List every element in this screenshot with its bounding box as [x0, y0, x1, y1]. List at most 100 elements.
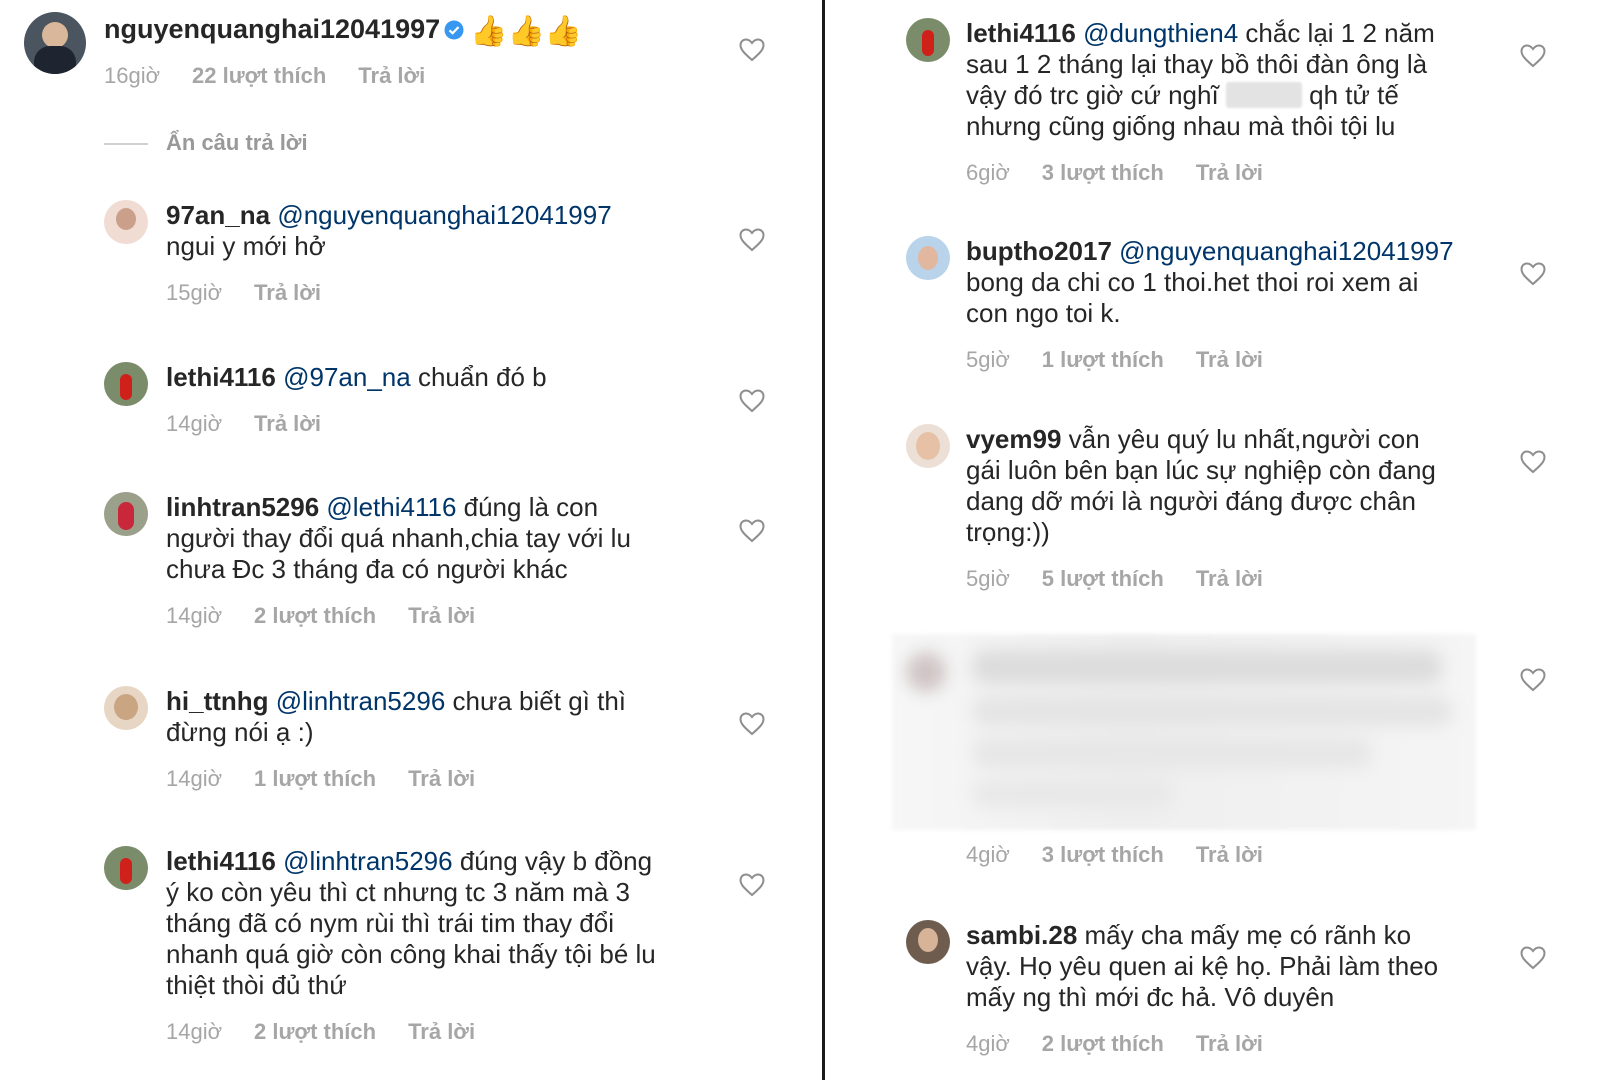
avatar[interactable] — [104, 492, 148, 536]
like-heart-icon[interactable] — [1520, 668, 1546, 692]
like-heart-icon[interactable] — [739, 38, 765, 62]
like-heart-icon[interactable] — [739, 873, 765, 897]
like-count[interactable]: 5 lượt thích — [1042, 566, 1164, 591]
comment-text: nhanh quá giờ còn công khai thấy tội bé … — [166, 939, 656, 969]
like-heart-icon[interactable] — [1520, 262, 1546, 286]
avatar[interactable] — [906, 920, 950, 964]
reply-button[interactable]: Trả lời — [254, 411, 321, 436]
like-heart-icon[interactable] — [739, 389, 765, 413]
comment-text: trọng:)) — [966, 517, 1050, 547]
username[interactable]: hi_ttnhg — [166, 686, 269, 716]
mention-link[interactable]: @97an_na — [283, 362, 411, 392]
comment-time: 5giờ — [966, 566, 1010, 591]
comment-text: đúng vậy b đồng — [452, 846, 653, 876]
comment-text: qh tử tế — [1301, 80, 1399, 110]
reply-comment: 4giờ 3 lượt thích Trả lời — [966, 842, 1295, 868]
comment-text: mấy cha mấy mẹ có rãnh ko — [1077, 920, 1412, 950]
avatar[interactable] — [104, 200, 148, 244]
like-count[interactable]: 3 lượt thích — [1042, 160, 1164, 185]
username[interactable]: linhtran5296 — [166, 492, 319, 522]
verified-badge-icon — [444, 14, 464, 40]
reply-button[interactable]: Trả lời — [408, 603, 475, 628]
username[interactable]: lethi4116 — [166, 362, 276, 392]
comment-text: dang dỡ mới là người đáng được chân — [966, 486, 1416, 516]
avatar[interactable] — [906, 424, 950, 468]
reply-button[interactable]: Trả lời — [254, 280, 321, 305]
like-count[interactable]: 2 lượt thích — [254, 1019, 376, 1044]
mention-link[interactable]: @dungthien4 — [1083, 18, 1238, 48]
avatar[interactable] — [104, 686, 148, 730]
comment-text: vậy. Họ yêu quen ai kệ họ. Phải làm theo — [966, 951, 1439, 981]
like-count[interactable]: 2 lượt thích — [1042, 1031, 1164, 1056]
username[interactable]: lethi4116 — [166, 846, 276, 876]
username[interactable]: buptho2017 — [966, 236, 1112, 266]
comment-text: vậy đó trc giờ cứ nghĩ — [966, 80, 1226, 110]
blurred-comment — [892, 634, 1476, 830]
reply-button[interactable]: Trả lời — [408, 1019, 475, 1044]
username[interactable]: 97an_na — [166, 200, 270, 230]
comment-text: ngui y mới hở — [166, 231, 326, 261]
comment-time: 16giờ — [104, 63, 161, 88]
like-heart-icon[interactable] — [739, 712, 765, 736]
mention-link[interactable]: @nguyenquanghai12041997 — [277, 200, 611, 230]
avatar[interactable] — [24, 12, 86, 74]
comment-text: mấy ng thì mới đc hả. Vô duyên — [966, 982, 1335, 1012]
comment-text: đừng nói ạ :) — [166, 717, 314, 747]
hide-replies-link[interactable]: Ẩn câu trả lời — [104, 130, 308, 156]
mention-link[interactable]: @linhtran5296 — [276, 686, 446, 716]
main-comment: nguyenquanghai12041997 👍👍👍 16giờ 22 lượt t… — [24, 12, 804, 102]
comment-time: 14giờ — [166, 766, 223, 791]
mention-link[interactable]: @lethi4116 — [326, 492, 456, 522]
comment-text: đúng là con — [456, 492, 599, 522]
like-heart-icon[interactable] — [1520, 946, 1546, 970]
comment-time: 14giờ — [166, 1019, 223, 1044]
reply-button[interactable]: Trả lời — [1196, 566, 1263, 591]
comment-text: thiệt thòi đủ thứ — [166, 970, 347, 1000]
comment-time: 6giờ — [966, 160, 1010, 185]
comment-text: chưa Đc 3 tháng đa có người khác — [166, 554, 568, 584]
like-count[interactable]: 22 lượt thích — [192, 63, 326, 88]
left-comment-panel: nguyenquanghai12041997 👍👍👍 16giờ 22 lượt t… — [0, 0, 822, 1080]
reply-button[interactable]: Trả lời — [1196, 1031, 1263, 1056]
avatar[interactable] — [906, 18, 950, 62]
comment-text: sau 1 2 tháng lại thay bồ thôi đàn ông l… — [966, 49, 1428, 79]
reply-button[interactable]: Trả lời — [358, 63, 425, 88]
redacted-word — [1225, 82, 1302, 108]
comment-text: tháng đã có nym rùi thì trái tim thay đổ… — [166, 908, 614, 938]
username[interactable]: lethi4116 — [966, 18, 1076, 48]
comment-text: con ngo toi k. — [966, 298, 1121, 328]
username[interactable]: sambi.28 — [966, 920, 1077, 950]
comment-time: 15giờ — [166, 280, 223, 305]
comment-time: 14giờ — [166, 411, 223, 436]
like-heart-icon[interactable] — [1520, 44, 1546, 68]
mention-link[interactable]: @linhtran5296 — [283, 846, 453, 876]
reply-button[interactable]: Trả lời — [1196, 842, 1263, 867]
avatar[interactable] — [906, 236, 950, 280]
comment-time: 4giờ — [966, 842, 1010, 867]
avatar[interactable] — [104, 846, 148, 890]
comment-text: nhưng cũng giống nhau mà thôi tội lu — [966, 111, 1396, 141]
reply-button[interactable]: Trả lời — [1196, 347, 1263, 372]
like-heart-icon[interactable] — [1520, 450, 1546, 474]
comment-text: người thay đổi quá nhanh,chia tay với lu — [166, 523, 631, 553]
reply-button[interactable]: Trả lời — [408, 766, 475, 791]
comment-text: bong da chi co 1 thoi.het thoi roi xem a… — [966, 267, 1419, 297]
comment-text: ý ko còn yêu thì ct nhưng tc 3 năm mà 3 — [166, 877, 630, 907]
like-count[interactable]: 3 lượt thích — [1042, 842, 1164, 867]
like-heart-icon[interactable] — [739, 228, 765, 252]
like-count[interactable]: 1 lượt thích — [1042, 347, 1164, 372]
comment-text: gái luôn bên bạn lúc sự nghiệp còn đang — [966, 455, 1436, 485]
mention-link[interactable]: @nguyenquanghai12041997 — [1119, 236, 1453, 266]
username[interactable]: nguyenquanghai12041997 — [104, 14, 440, 44]
comment-text: chuẩn đó b — [410, 362, 547, 392]
like-heart-icon[interactable] — [739, 519, 765, 543]
reply-button[interactable]: Trả lời — [1196, 160, 1263, 185]
like-count[interactable]: 2 lượt thích — [254, 603, 376, 628]
like-count[interactable]: 1 lượt thích — [254, 766, 376, 791]
username[interactable]: vyem99 — [966, 424, 1061, 454]
comment-text: chắc lại 1 2 năm — [1238, 18, 1435, 48]
panel-divider — [822, 0, 825, 1080]
comment-text: vẫn yêu quý lu nhất,người con — [1061, 424, 1420, 454]
comment-text: chưa biết gì thì — [445, 686, 627, 716]
avatar[interactable] — [104, 362, 148, 406]
